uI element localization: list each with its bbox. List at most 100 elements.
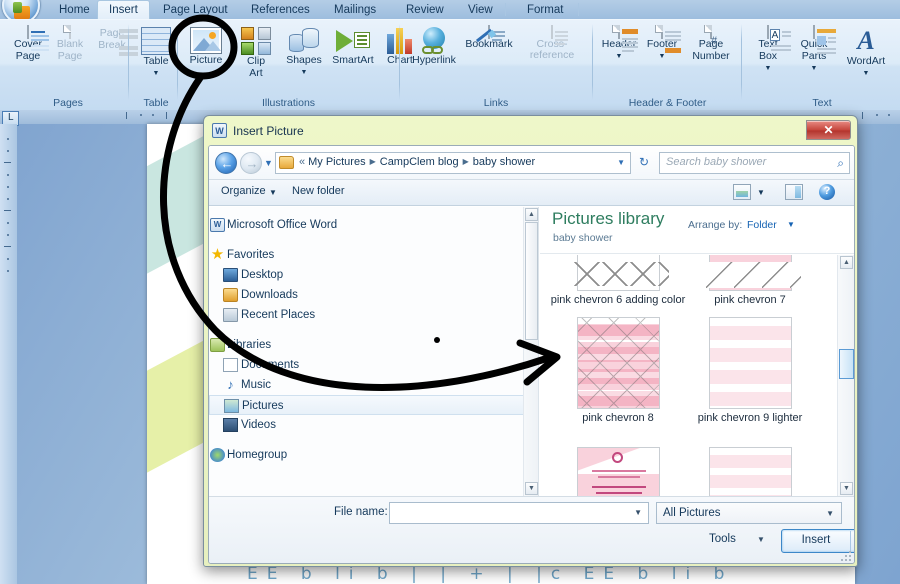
cmd-bookmark[interactable]: Bookmark <box>462 25 516 50</box>
file-list-scroll-up-icon[interactable]: ▲ <box>840 256 853 269</box>
wordart-caret-icon[interactable]: ▼ <box>863 70 870 77</box>
back-button[interactable]: ← <box>215 152 237 174</box>
group-label-table: Table <box>143 97 169 109</box>
list-item[interactable] <box>680 447 820 496</box>
nav-item-music[interactable]: ♪ Music <box>209 375 538 395</box>
cmd-text-box[interactable]: A Text Box ▼ <box>746 25 791 73</box>
file-name-caret-icon[interactable]: ▼ <box>634 508 642 517</box>
footer-icon <box>640 25 684 53</box>
help-icon[interactable]: ? <box>819 184 835 200</box>
cmd-smartart[interactable]: SmartArt <box>326 27 380 66</box>
cmd-blank-page[interactable]: Blank Page <box>46 25 94 62</box>
nav-item-documents[interactable]: Documents <box>209 355 538 375</box>
cmd-cover-page[interactable]: Cover Page <box>4 25 52 62</box>
navpane-scroll-down-icon[interactable]: ▼ <box>525 482 538 495</box>
thumbnail <box>705 255 801 291</box>
arrange-by-value[interactable]: Folder <box>747 219 777 231</box>
breadcrumb-caret-icon[interactable]: ▼ <box>617 158 625 167</box>
list-item[interactable]: pink chevron 8 <box>548 317 688 425</box>
breadcrumb-bar[interactable]: «My Pictures ▶ CampClem blog ▶ baby shower ▼ <box>275 152 631 174</box>
cmd-page-number[interactable]: # Page Number <box>683 25 739 62</box>
tab-review[interactable]: Review <box>395 1 455 19</box>
history-dropdown-caret-icon[interactable]: ▼ <box>264 158 273 168</box>
list-item[interactable]: pink chevron 6 adding color <box>548 255 688 307</box>
file-name-input[interactable]: ▼ <box>389 502 649 524</box>
cmd-cross-reference[interactable]: Cross-reference <box>516 25 588 61</box>
close-icon[interactable]: ✕ <box>806 120 851 140</box>
table-caret-icon[interactable]: ▼ <box>153 70 160 77</box>
breadcrumb-item-baby-shower[interactable]: baby shower <box>473 156 535 168</box>
text-box-caret-icon[interactable]: ▼ <box>765 65 772 72</box>
organize-button[interactable]: Organize <box>221 185 266 197</box>
cmd-shapes[interactable]: Shapes ▼ <box>280 27 328 77</box>
cmd-hyperlink[interactable]: Hyperlink <box>406 27 462 66</box>
tab-insert[interactable]: Insert <box>97 0 150 20</box>
resize-grip-icon[interactable] <box>840 550 851 561</box>
list-item[interactable]: pink chevron 7 <box>680 255 820 307</box>
insert-split-dropdown[interactable]: ▼ <box>850 531 854 551</box>
header-caret-icon[interactable]: ▼ <box>616 53 623 60</box>
breadcrumb-item-campclem-blog[interactable]: CampClem blog <box>380 156 459 168</box>
navpane-scroll-up-icon[interactable]: ▲ <box>525 208 538 221</box>
footer-caret-icon[interactable]: ▼ <box>659 53 666 60</box>
tab-page-layout[interactable]: Page Layout <box>152 1 239 19</box>
list-item[interactable] <box>548 447 688 496</box>
file-thumbnail-grid[interactable]: pink chevron 6 adding color pink chevron… <box>540 255 837 496</box>
cmd-footer[interactable]: Footer ▼ <box>640 25 684 61</box>
nav-item-videos[interactable]: Videos <box>209 415 538 435</box>
tab-home[interactable]: Home <box>48 1 101 19</box>
tab-mailings[interactable]: Mailings <box>323 1 387 19</box>
new-folder-button[interactable]: New folder <box>292 185 345 197</box>
arrange-caret-icon[interactable]: ▼ <box>787 220 795 229</box>
nav-item-microsoft-office-word[interactable]: W Microsoft Office Word <box>209 215 538 235</box>
tools-caret-icon[interactable]: ▼ <box>757 535 765 544</box>
cmd-table[interactable]: Table ▼ <box>133 27 179 78</box>
nav-item-pictures[interactable]: Pictures <box>209 395 538 415</box>
tab-view[interactable]: View <box>457 1 504 19</box>
preview-pane-icon[interactable] <box>785 184 803 200</box>
view-mode-icon[interactable] <box>733 184 751 200</box>
cmd-picture[interactable]: Picture <box>182 27 230 66</box>
navigation-pane[interactable]: W Microsoft Office Word ★ Favorites Desk… <box>209 207 539 496</box>
file-list-scroll-thumb[interactable] <box>839 349 854 379</box>
navpane-scroll-thumb[interactable] <box>525 222 538 340</box>
cmd-drop-cap[interactable]: A Drop Cap ▼ <box>892 27 900 62</box>
nav-item-recent-places[interactable]: Recent Places <box>209 305 538 325</box>
dialog-titlebar[interactable]: W Insert Picture ✕ <box>208 120 853 145</box>
cmd-header[interactable]: Header ▼ <box>597 25 641 61</box>
file-type-filter-dropdown[interactable]: All Pictures ▼ <box>656 502 842 524</box>
navpane-scrollbar[interactable]: ▲ ▼ <box>523 207 538 496</box>
forward-button[interactable]: → <box>240 152 262 174</box>
nav-item-desktop[interactable]: Desktop <box>209 265 538 285</box>
tab-format[interactable]: Format <box>516 1 574 19</box>
nav-item-downloads[interactable]: Downloads <box>209 285 538 305</box>
cmd-clip-art[interactable]: Clip Art <box>232 27 280 79</box>
file-list-pane[interactable]: Pictures library baby shower Arrange by:… <box>540 207 854 496</box>
nav-item-libraries[interactable]: Libraries <box>209 335 538 355</box>
view-caret-icon[interactable]: ▼ <box>757 188 765 197</box>
file-list-scroll-down-icon[interactable]: ▼ <box>840 482 853 495</box>
nav-item-favorites[interactable]: ★ Favorites <box>209 245 538 265</box>
libraries-icon <box>210 338 225 352</box>
quick-parts-caret-icon[interactable]: ▼ <box>811 65 818 72</box>
cover-page-label-2: Page <box>15 50 41 62</box>
vertical-ruler[interactable] <box>0 124 17 584</box>
file-type-filter-caret-icon[interactable]: ▼ <box>826 509 834 518</box>
refresh-icon[interactable]: ↻ <box>633 152 655 174</box>
drop-cap-label-1: Drop <box>892 28 900 39</box>
search-input[interactable]: Search baby shower ⌕ <box>659 152 850 174</box>
breadcrumb-item-my-pictures[interactable]: My Pictures <box>308 156 365 168</box>
thumbnail <box>576 317 660 409</box>
file-list-scrollbar[interactable]: ▲ ▼ <box>837 255 854 496</box>
breadcrumb-overflow-icon[interactable]: « <box>299 156 305 168</box>
organize-caret-icon[interactable]: ▼ <box>269 188 277 197</box>
insert-picture-dialog[interactable]: W Insert Picture ✕ ← → ▼ «My Pictures ▶ Ca… <box>203 115 858 567</box>
tools-button[interactable]: Tools <box>709 533 736 545</box>
nav-item-homegroup[interactable]: Homegroup <box>209 445 538 465</box>
tab-references[interactable]: References <box>240 1 321 19</box>
shapes-caret-icon[interactable]: ▼ <box>301 69 308 76</box>
cmd-quick-parts[interactable]: Quick Parts ▼ <box>789 25 839 73</box>
list-item[interactable]: pink chevron 9 lighter <box>680 317 820 425</box>
file-type-filter-value: All Pictures <box>663 507 721 519</box>
cmd-wordart[interactable]: A WordArt ▼ <box>840 27 892 78</box>
